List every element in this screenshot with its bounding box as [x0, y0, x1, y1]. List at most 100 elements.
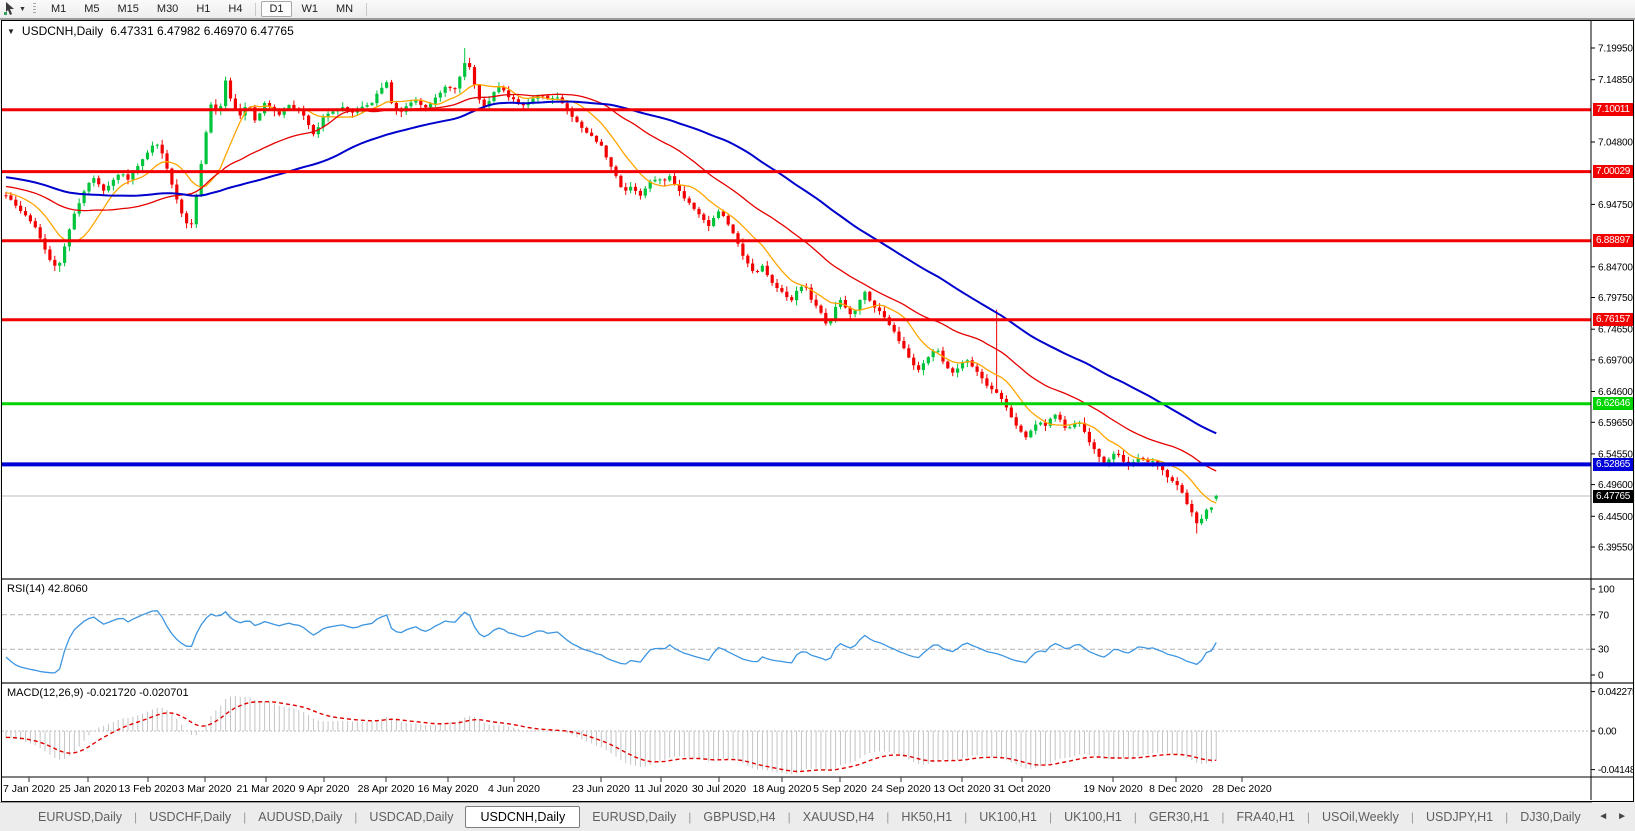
tab-usoil-weekly[interactable]: USOil,Weekly	[1310, 807, 1411, 827]
tab-eurusd-daily[interactable]: EURUSD,Daily	[26, 807, 134, 827]
candle-body	[1087, 431, 1091, 443]
tab-scroll-left-icon[interactable]: ◄	[1598, 811, 1608, 822]
timeframe-button-h1[interactable]: H1	[188, 1, 218, 17]
tab-xauusd-h4[interactable]: XAUUSD,H4	[791, 807, 887, 827]
time-axis-label: 28 Apr 2020	[358, 783, 415, 795]
tab-uk100-h1[interactable]: UK100,H1	[967, 807, 1049, 827]
collapse-icon[interactable]: ▼	[7, 27, 15, 36]
price-axis-tick-label: 6.79750	[1598, 293, 1633, 304]
candle-body	[1200, 518, 1204, 524]
candle-body	[575, 116, 579, 122]
timeframe-button-h4[interactable]: H4	[220, 1, 250, 17]
timeframe-button-m30[interactable]: M30	[149, 1, 186, 17]
candle-body	[702, 214, 706, 220]
bid-price-label: 6.47765	[1593, 489, 1633, 503]
tab-eurusd-daily[interactable]: EURUSD,Daily	[580, 807, 688, 827]
tab-dj30-daily[interactable]: DJ30,Daily	[1508, 807, 1592, 827]
toolbar-grip[interactable]	[32, 3, 36, 15]
candle-body	[448, 86, 452, 89]
time-axis-label: 3 Mar 2020	[178, 783, 231, 795]
candle-body	[33, 221, 37, 228]
candle-body	[853, 310, 857, 315]
tab-gbpusd-h4[interactable]: GBPUSD,H4	[691, 807, 787, 827]
timeframe-button-m1[interactable]: M1	[43, 1, 74, 17]
candle-body	[292, 104, 296, 109]
candle-body	[956, 368, 960, 373]
price-axis-tick-label: 7.14850	[1598, 75, 1633, 86]
candle-body	[726, 215, 730, 225]
time-axis-label: 21 Mar 2020	[237, 783, 296, 795]
candle-body	[609, 157, 613, 167]
rsi-axis-tick-label: 70	[1598, 610, 1610, 621]
cursor-tool-button[interactable]: ▼	[0, 1, 29, 17]
timeframe-button-w1[interactable]: W1	[294, 1, 327, 17]
candle-body	[375, 93, 379, 104]
tab-usdcnh-daily[interactable]: USDCNH,Daily	[465, 806, 581, 828]
candle-body	[463, 63, 467, 77]
candle-body	[233, 98, 237, 110]
tab-hk50-h1[interactable]: HK50,H1	[889, 807, 964, 827]
time-axis-label: 7 Jan 2020	[3, 783, 55, 795]
candle-body	[795, 290, 799, 301]
candle-body	[819, 305, 823, 313]
candle-body	[1102, 456, 1106, 464]
chevron-down-icon[interactable]: ▼	[19, 6, 26, 13]
tab-fra40-h1[interactable]: FRA40,H1	[1224, 807, 1306, 827]
candle-body	[951, 368, 955, 373]
candle-body	[663, 179, 667, 181]
candle-body	[28, 215, 32, 222]
candle-body	[458, 76, 462, 89]
candle-body	[1014, 417, 1018, 426]
timeframe-button-m5[interactable]: M5	[76, 1, 107, 17]
candle-body	[892, 325, 896, 332]
price-axis-tick-label: 6.59650	[1598, 418, 1633, 429]
tab-uk100-h1[interactable]: UK100,H1	[1052, 807, 1134, 827]
candle-body	[1097, 449, 1101, 457]
candle-body	[199, 163, 203, 196]
candle-body	[1185, 492, 1189, 504]
candle-body	[82, 191, 86, 204]
tab-audusd-daily[interactable]: AUDUSD,Daily	[246, 807, 354, 827]
candle-body	[9, 195, 13, 200]
candle-body	[814, 299, 818, 306]
candle-body	[370, 103, 374, 106]
time-axis-label: 5 Sep 2020	[813, 783, 867, 795]
tab-usdchf-daily[interactable]: USDCHF,Daily	[137, 807, 243, 827]
candle-body	[472, 67, 477, 85]
candle-body	[1209, 507, 1213, 510]
candle-body	[1204, 509, 1209, 519]
candle-body	[1165, 470, 1169, 478]
rsi-line	[5, 610, 1217, 674]
candle-body	[1034, 424, 1038, 431]
timeframe-button-d1[interactable]: D1	[261, 1, 292, 17]
candle-body	[785, 291, 789, 298]
candle-body	[921, 363, 925, 370]
tab-scroll-right-icon[interactable]: ►	[1617, 811, 1627, 822]
price-chart-canvas[interactable]: 7.19950 7.14850 7.04800 6.94750 6.84700 6.797…	[2, 21, 1633, 801]
candle-body	[633, 186, 638, 191]
candle-body	[673, 176, 677, 185]
cursor-tool-icon	[4, 2, 14, 15]
candle-body	[985, 378, 989, 386]
candle-body	[180, 199, 184, 214]
candle-body	[126, 174, 130, 180]
candle-body	[917, 365, 921, 370]
time-axis-label: 11 Jul 2020	[634, 783, 688, 795]
candle-body	[707, 220, 711, 226]
tab-usdjpy-h1[interactable]: USDJPY,H1	[1414, 807, 1505, 827]
timeframe-button-mn[interactable]: MN	[328, 1, 361, 17]
time-axis-label: 19 Nov 2020	[1083, 783, 1143, 795]
candle-body	[155, 144, 159, 146]
candle-body	[468, 63, 472, 68]
candle-body	[1117, 453, 1121, 456]
tab-usdcad-daily[interactable]: USDCAD,Daily	[357, 807, 465, 827]
candle-body	[1170, 477, 1174, 481]
tab-ger30-h1[interactable]: GER30,H1	[1137, 807, 1221, 827]
candle-body	[258, 113, 262, 121]
candle-body	[511, 97, 516, 100]
timeframe-button-m15[interactable]: M15	[110, 1, 147, 17]
chart-window: 7.19950 7.14850 7.04800 6.94750 6.84700 6.797…	[1, 20, 1634, 802]
candle-body	[497, 87, 501, 93]
price-axis-tick-label: 7.19950	[1598, 44, 1633, 55]
price-axis-tick-label: 6.44500	[1598, 512, 1633, 523]
